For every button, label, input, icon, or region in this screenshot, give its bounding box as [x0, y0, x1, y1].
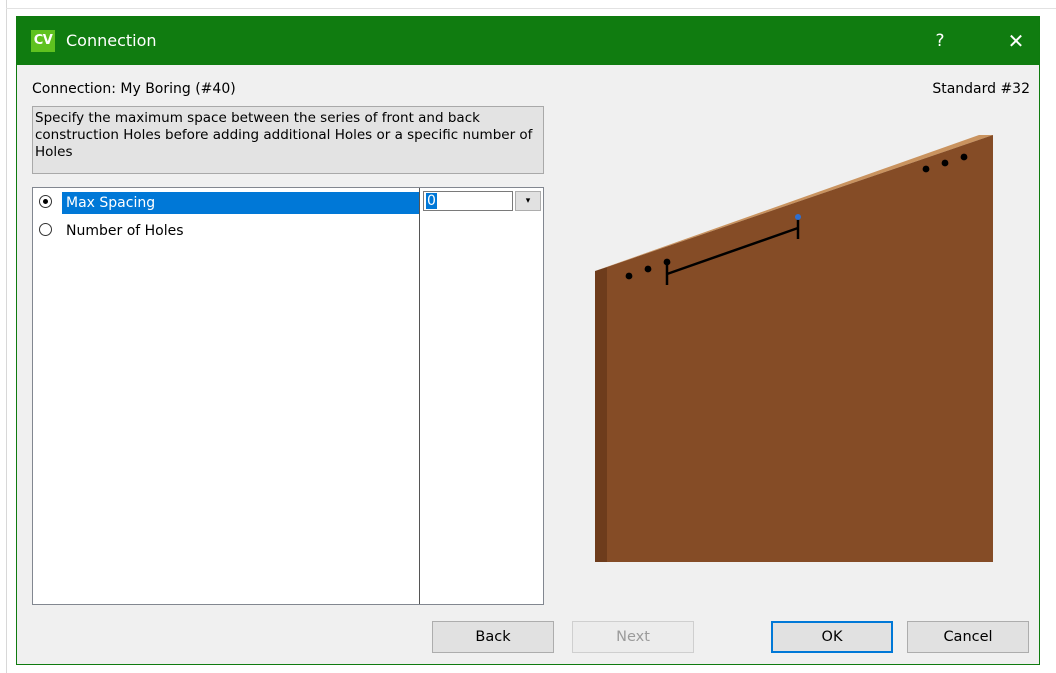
options-list: Max Spacing Number of Holes 0 ▾	[32, 187, 544, 605]
hole-marker	[644, 265, 652, 273]
close-button[interactable]: ✕	[993, 23, 1039, 59]
option-label: Max Spacing	[62, 192, 419, 214]
connection-name-label: Connection: My Boring (#40)	[32, 81, 236, 97]
selected-value-text: 0	[426, 193, 437, 209]
back-button[interactable]: Back	[432, 621, 554, 653]
hole-marker	[941, 159, 949, 167]
radio-button[interactable]	[39, 223, 52, 236]
radio-button-selected[interactable]	[39, 195, 52, 208]
ok-button[interactable]: OK	[771, 621, 893, 653]
background-edge-top	[6, 8, 1056, 9]
dimension-handle[interactable]	[795, 214, 801, 220]
hole-marker	[625, 272, 633, 280]
connection-preview	[595, 135, 993, 562]
title-bar[interactable]: CV Connection ? ✕	[17, 17, 1039, 65]
option-label: Number of Holes	[66, 223, 184, 239]
value-dropdown-button[interactable]: ▾	[515, 191, 541, 211]
hole-marker	[922, 165, 930, 173]
help-button[interactable]: ?	[917, 23, 963, 59]
max-spacing-value-input[interactable]: 0	[423, 191, 513, 211]
connection-dialog: CV Connection ? ✕ Connection: My Boring …	[16, 16, 1040, 665]
next-button[interactable]: Next	[572, 621, 694, 653]
app-logo-icon: CV	[31, 30, 55, 52]
panel-side-edge	[595, 267, 607, 562]
standard-label: Standard #32	[932, 81, 1030, 97]
window-title: Connection	[66, 31, 157, 50]
option-max-spacing[interactable]: Max Spacing	[33, 190, 419, 216]
option-number-of-holes[interactable]: Number of Holes	[33, 218, 419, 244]
description-box: Specify the maximum space between the se…	[32, 106, 544, 174]
hole-marker	[960, 153, 968, 161]
background-edge-left	[6, 0, 7, 673]
column-divider	[419, 188, 420, 604]
cancel-button[interactable]: Cancel	[907, 621, 1029, 653]
